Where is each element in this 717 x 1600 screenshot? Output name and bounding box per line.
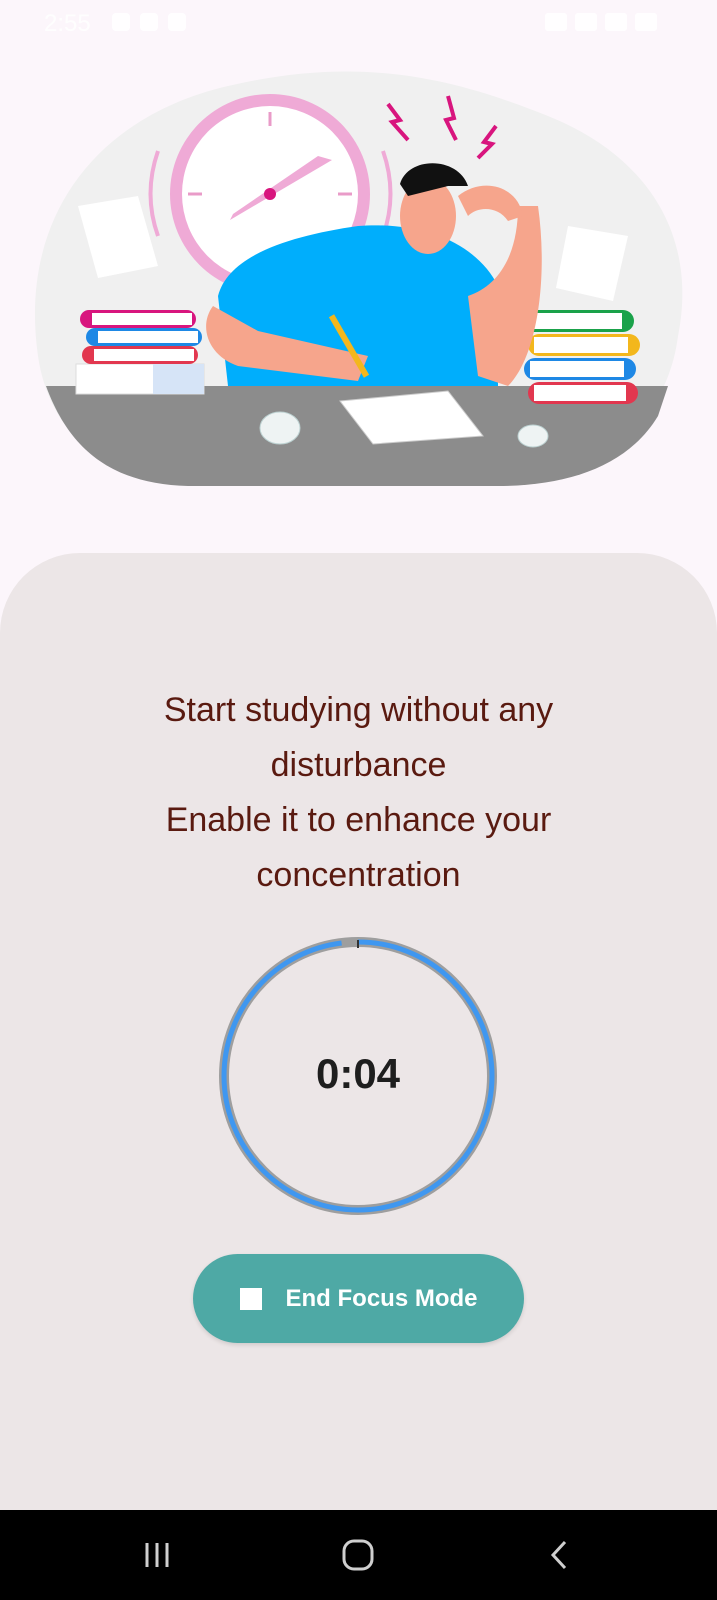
status-bar: 2:55 [0, 0, 717, 44]
home-button[interactable] [328, 1530, 388, 1580]
stop-icon [239, 1287, 262, 1310]
settings-icon [168, 13, 186, 31]
signal-icon [605, 13, 627, 31]
battery-icon [635, 13, 657, 31]
stressed-student-illustration [34, 71, 683, 487]
alarm-icon [545, 13, 567, 31]
end-focus-mode-button[interactable]: End Focus Mode [193, 1254, 524, 1343]
message-line: Start studying without any [163, 691, 554, 729]
gallery-icon [112, 13, 130, 31]
timer-display: 0:04 [315, 1050, 401, 1097]
back-button[interactable] [530, 1530, 590, 1580]
message-line: concentration [256, 856, 461, 894]
books-left-icon [75, 310, 205, 395]
focus-message: Start studying without any disturbance E… [60, 683, 657, 903]
status-time: 2:55 [44, 10, 91, 37]
lock-icon [140, 13, 158, 31]
back-icon [550, 1540, 567, 1570]
navigation-bar [0, 1510, 717, 1600]
home-icon [342, 1539, 374, 1571]
recent-apps-icon [145, 1543, 169, 1567]
notification-icons [112, 13, 186, 31]
recent-apps-button[interactable] [127, 1530, 187, 1580]
message-line: Enable it to enhance your [165, 801, 552, 839]
system-icons [545, 13, 657, 31]
wifi-icon [575, 13, 597, 31]
message-line: disturbance [270, 746, 447, 784]
end-focus-mode-label: End Focus Mode [285, 1284, 478, 1312]
